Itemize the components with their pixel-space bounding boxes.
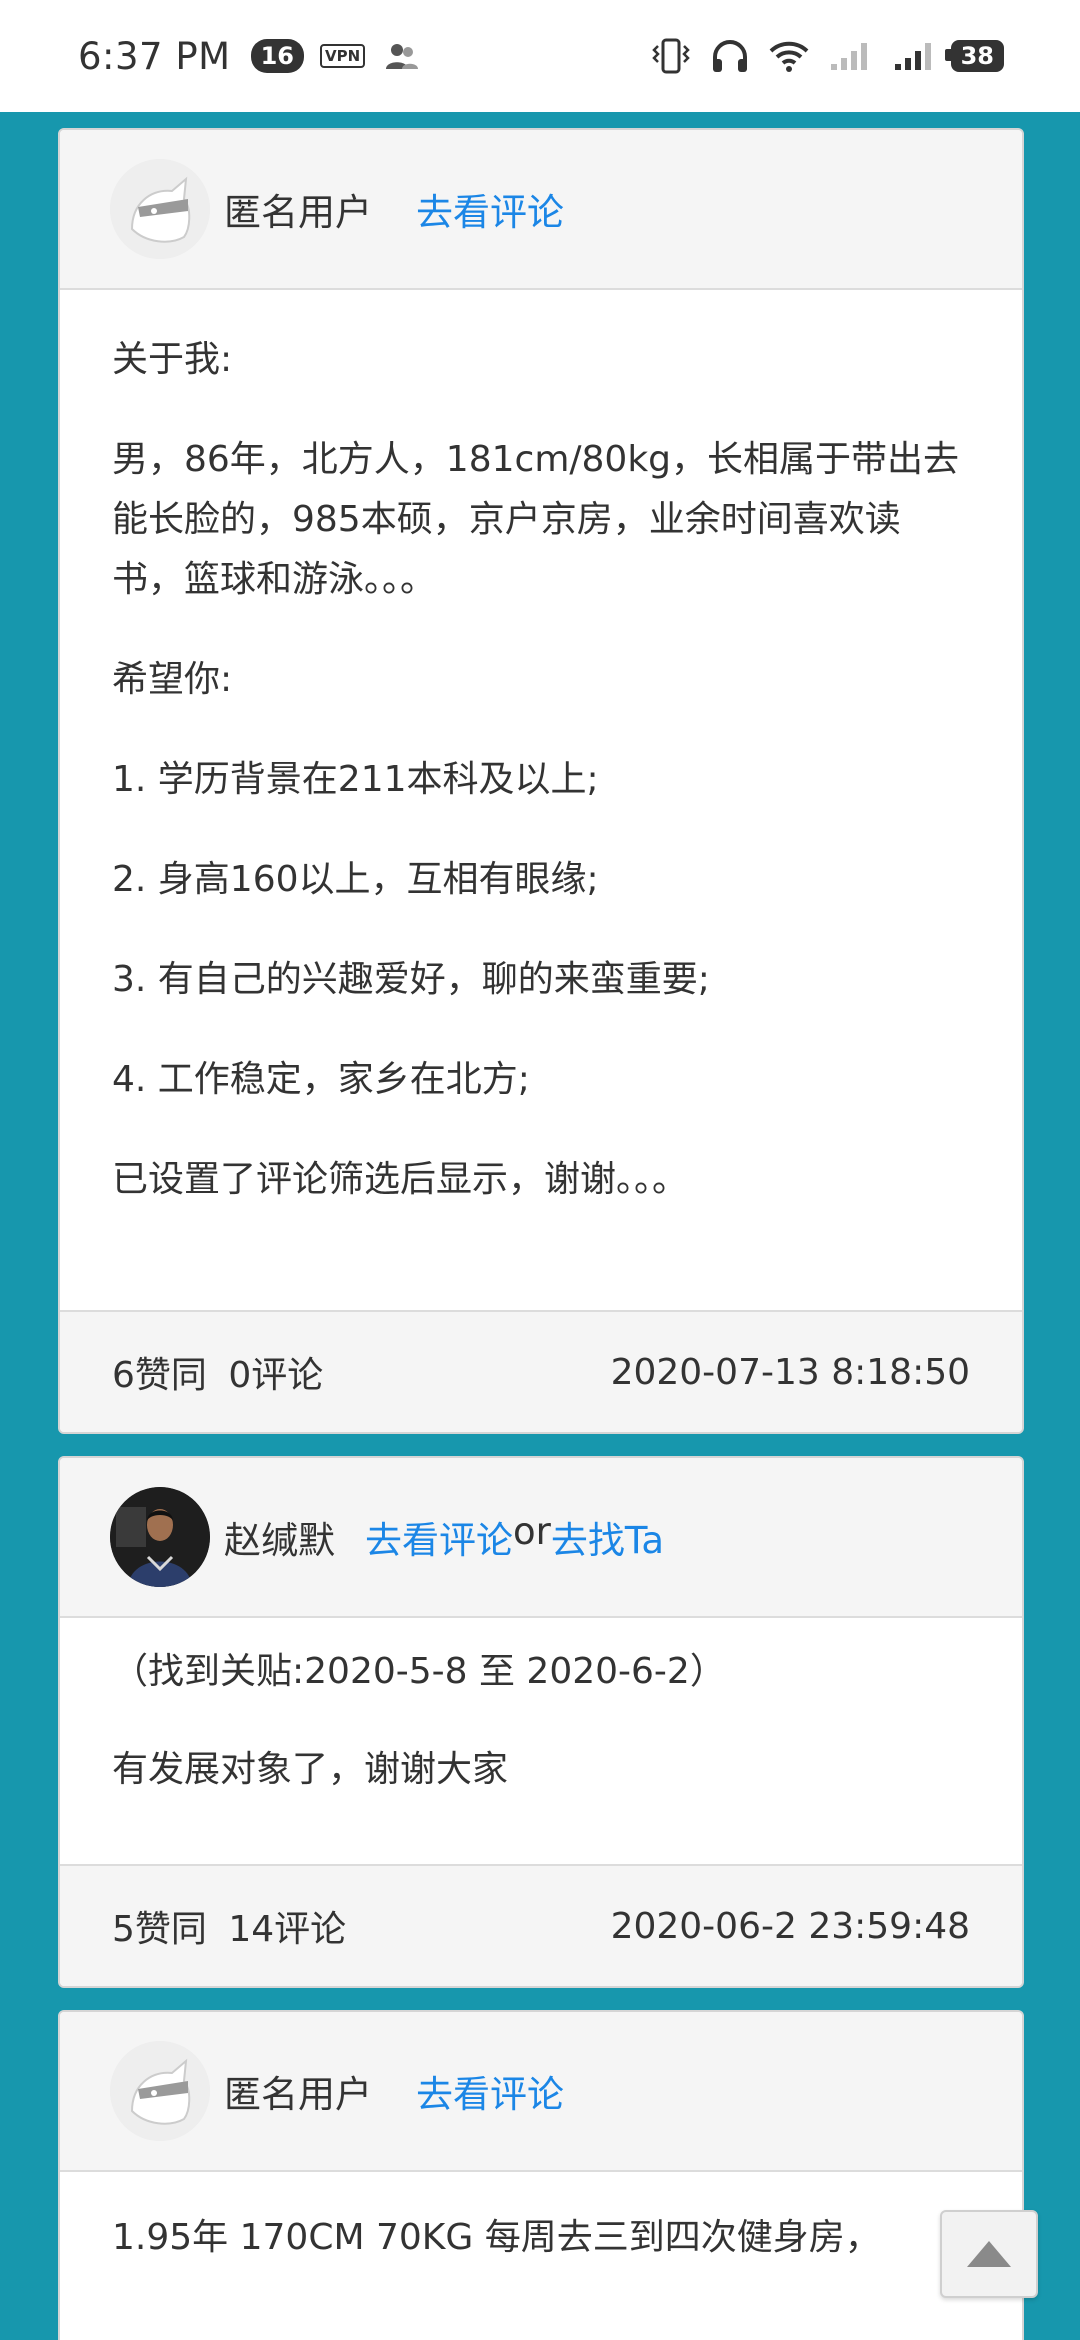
post-paragraph: 已设置了评论筛选后显示，谢谢。。。: [112, 1159, 689, 1200]
post-card: 匿名用户 去看评论 1.95年 170CM 70KG 每周去三到四次健身房，: [58, 2010, 1024, 2340]
signal-icon: [829, 40, 873, 72]
post-card: 匿名用户 去看评论 关于我: 男，86年，北方人，181cm/80kg，长相属于…: [58, 128, 1024, 1434]
author-name: 匿名用户: [224, 2073, 372, 2116]
post-paragraph: 1. 学历背景在211本科及以上;: [112, 759, 599, 800]
post-links: 去看评论 or 去找Ta: [365, 1510, 664, 1564]
find-user-link[interactable]: 去找Ta: [551, 1510, 664, 1564]
user-icon: [385, 42, 419, 70]
post-links: 去看评论: [416, 182, 564, 236]
view-comments-link[interactable]: 去看评论: [416, 182, 564, 236]
wifi-icon: [769, 40, 809, 72]
clock: 6:37 PM: [78, 34, 231, 78]
post-content: 关于我: 男，86年，北方人，181cm/80kg，长相属于带出去能长脸的，98…: [60, 290, 1022, 1310]
post-feed: 匿名用户 去看评论 关于我: 男，86年，北方人，181cm/80kg，长相属于…: [58, 128, 1024, 2340]
post-paragraph: 希望你:: [112, 659, 233, 700]
post-content: （找到关贴:2020-5-8 至 2020-6-2） 有发展对象了，谢谢大家: [60, 1618, 1022, 1864]
vpn-icon: VPN: [320, 44, 366, 68]
anonymous-mask-icon: [110, 159, 210, 259]
post-paragraph: 关于我:: [112, 339, 233, 380]
signal-icon-2: [893, 40, 937, 72]
anonymous-mask-icon: [110, 2041, 210, 2141]
post-paragraph: 男，86年，北方人，181cm/80kg，长相属于带出去能长脸的，985本硕，京…: [112, 439, 960, 600]
headphones-icon: [711, 39, 749, 73]
user-photo-icon: [110, 1487, 210, 1587]
arrow-up-icon: [967, 2241, 1011, 2267]
comment-count[interactable]: 14评论: [228, 1909, 346, 1950]
post-header: 匿名用户 去看评论: [60, 130, 1022, 290]
post-paragraph: 2. 身高160以上，互相有眼缘;: [112, 859, 599, 900]
post-stats: 5赞同 14评论: [112, 1900, 346, 1952]
status-bar: 6:37 PM 16 VPN 38: [0, 0, 1080, 112]
or-separator: or: [513, 1510, 551, 1553]
post-paragraph: 有发展对象了，谢谢大家: [112, 1749, 509, 1790]
post-links: 去看评论: [416, 2064, 564, 2118]
post-paragraph: 3. 有自己的兴趣爱好，聊的来蛮重要;: [112, 959, 710, 1000]
post-timestamp: 2020-07-13 8:18:50: [610, 1351, 970, 1393]
post-timestamp: 2020-06-2 23:59:48: [610, 1905, 970, 1947]
vibrate-icon: [651, 38, 691, 74]
post-footer: 6赞同 0评论 2020-07-13 8:18:50: [60, 1310, 1022, 1432]
user-avatar[interactable]: [110, 1487, 210, 1587]
post-header: 匿名用户 去看评论: [60, 2012, 1022, 2172]
comment-count[interactable]: 0评论: [228, 1355, 323, 1396]
anonymous-avatar[interactable]: [110, 159, 210, 259]
post-header: 赵缄默 去看评论 or 去找Ta: [60, 1458, 1022, 1618]
post-paragraph: （找到关贴:2020-5-8 至 2020-6-2）: [112, 1651, 726, 1692]
author-name: 匿名用户: [224, 191, 372, 234]
post-paragraph: 4. 工作稳定，家乡在北方;: [112, 1059, 530, 1100]
post-content: 1.95年 170CM 70KG 每周去三到四次健身房，: [60, 2172, 1022, 2340]
view-comments-link[interactable]: 去看评论: [365, 1510, 513, 1564]
scroll-to-top-button[interactable]: [940, 2210, 1038, 2298]
like-count[interactable]: 5赞同: [112, 1909, 207, 1950]
post-card: 赵缄默 去看评论 or 去找Ta （找到关贴:2020-5-8 至 2020-6…: [58, 1456, 1024, 1988]
anonymous-avatar[interactable]: [110, 2041, 210, 2141]
post-stats: 6赞同 0评论: [112, 1346, 323, 1398]
battery-icon: 38: [944, 40, 1004, 72]
author-name: 赵缄默: [224, 1519, 335, 1562]
status-left: 6:37 PM 16 VPN: [78, 35, 419, 78]
notification-count-badge: 16: [250, 39, 304, 73]
post-footer: 5赞同 14评论 2020-06-2 23:59:48: [60, 1864, 1022, 1986]
status-right: 38: [631, 38, 1004, 74]
post-paragraph: 1.95年 170CM 70KG 每周去三到四次健身房，: [112, 2217, 881, 2258]
view-comments-link[interactable]: 去看评论: [416, 2064, 564, 2118]
like-count[interactable]: 6赞同: [112, 1355, 207, 1396]
